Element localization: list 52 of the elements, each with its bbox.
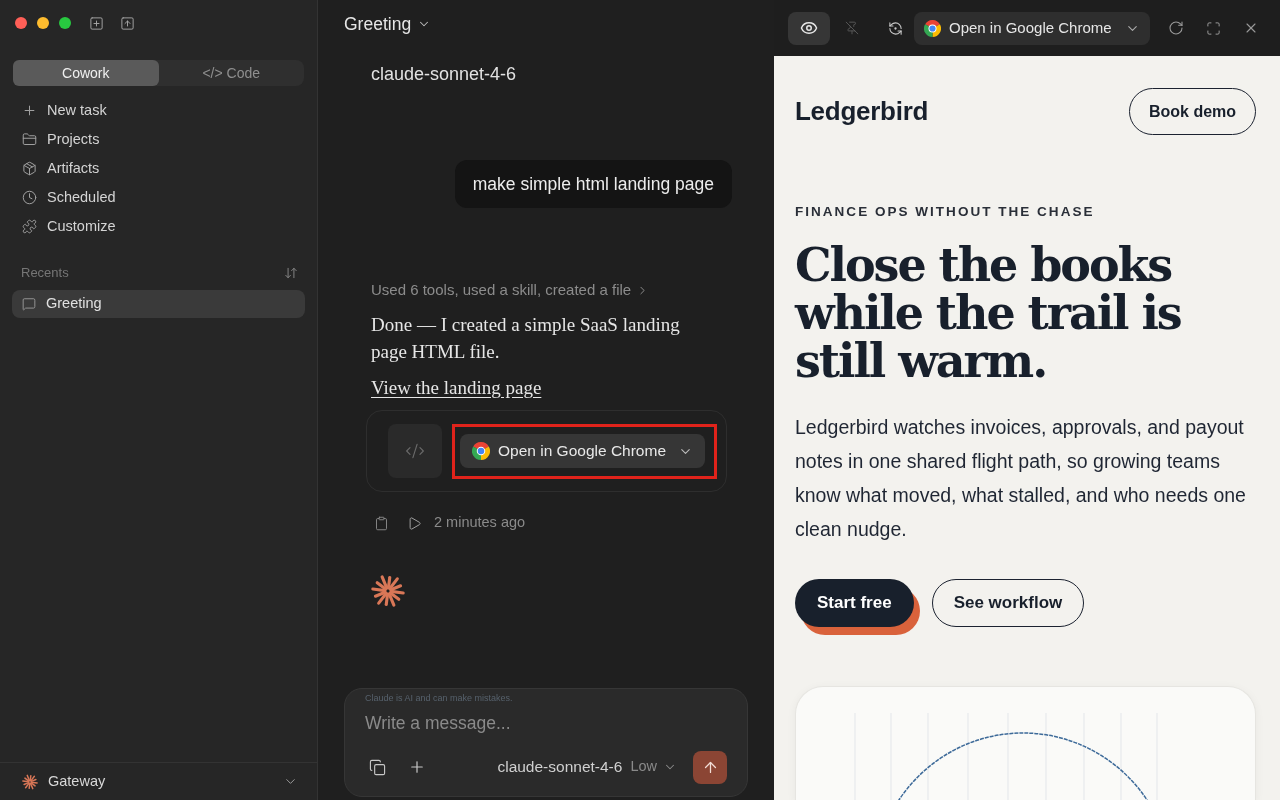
timestamp: 2 minutes ago xyxy=(434,513,526,533)
account-button[interactable]: Gateway xyxy=(0,763,317,800)
hero-headline: Close the books while the trail is still warm. xyxy=(795,241,1182,385)
window-close-button[interactable] xyxy=(15,17,27,29)
chat-title-button[interactable]: Greeting xyxy=(344,10,432,38)
browser-logo-icon xyxy=(472,442,490,460)
box-icon xyxy=(22,161,37,176)
plus-icon[interactable] xyxy=(408,758,426,776)
preview-toggle[interactable] xyxy=(788,11,830,45)
nav-item[interactable]: Scheduled xyxy=(0,183,138,212)
landing-page-link[interactable]: View the landing page xyxy=(371,375,542,401)
effort-selector[interactable]: Low xyxy=(630,756,677,778)
nav-item[interactable]: Artifacts xyxy=(0,154,122,183)
nav-item[interactable]: New task xyxy=(0,96,129,125)
message-input[interactable]: Write a message... xyxy=(365,710,727,736)
mode-tab[interactable]: </> Code xyxy=(158,60,304,86)
square-plus-icon[interactable] xyxy=(89,15,104,31)
window-zoom-button[interactable] xyxy=(59,17,71,29)
refresh-dot-icon[interactable] xyxy=(888,20,903,36)
send-button[interactable] xyxy=(693,750,727,784)
recents-heading: Recents xyxy=(21,264,69,283)
browser-logo-icon xyxy=(924,19,941,37)
stacked-squares-icon[interactable] xyxy=(369,758,386,776)
starburst-icon xyxy=(22,773,38,790)
eye-icon xyxy=(800,19,818,37)
window-minimize-button[interactable] xyxy=(37,17,49,29)
play-icon[interactable] xyxy=(407,515,422,531)
folder-icon xyxy=(22,132,37,147)
nav-item[interactable]: Projects xyxy=(0,125,122,154)
model-label: claude-sonnet-4-6 xyxy=(371,63,517,86)
user-message-bubble: make simple html landing page xyxy=(454,160,732,208)
model-selector[interactable]: claude-sonnet-4-6 xyxy=(497,755,623,779)
activity-summary-toggle[interactable]: Used 6 tools, used a skill, created a file xyxy=(371,281,650,299)
hero-description: Ledgerbird watches invoices, approvals, and payout notes in one shared flight path, so growing teams know what moved, what stalled, and who needs one clean nudge. xyxy=(795,415,1247,542)
clipboard-icon[interactable] xyxy=(374,515,389,531)
clock-icon xyxy=(22,190,37,205)
puzzle-icon xyxy=(22,219,37,234)
plus-icon xyxy=(22,103,37,118)
expand-icon[interactable] xyxy=(1206,20,1221,36)
reply-text: Done — I created a simple SaaS landing page HTML file. xyxy=(371,313,681,364)
starburst-icon xyxy=(371,574,405,608)
chat-bubble-icon xyxy=(22,297,36,311)
nav-item[interactable]: Customize xyxy=(0,212,138,241)
recent-chat-item[interactable]: Greeting xyxy=(12,290,305,318)
arrows-icon[interactable] xyxy=(284,266,298,280)
brand-name: Ledgerbird xyxy=(795,95,929,128)
open-in-browser-dropdown[interactable]: Open in Google Chrome xyxy=(914,11,1150,45)
code-file-icon xyxy=(388,424,442,478)
open-in-browser-button[interactable]: Open in Google Chrome xyxy=(460,434,705,468)
mode-tab[interactable]: Cowork xyxy=(13,60,159,86)
reload-icon[interactable] xyxy=(1168,20,1184,36)
eyebrow-text: FINANCE OPS WITHOUT THE CHASE xyxy=(795,203,1095,221)
